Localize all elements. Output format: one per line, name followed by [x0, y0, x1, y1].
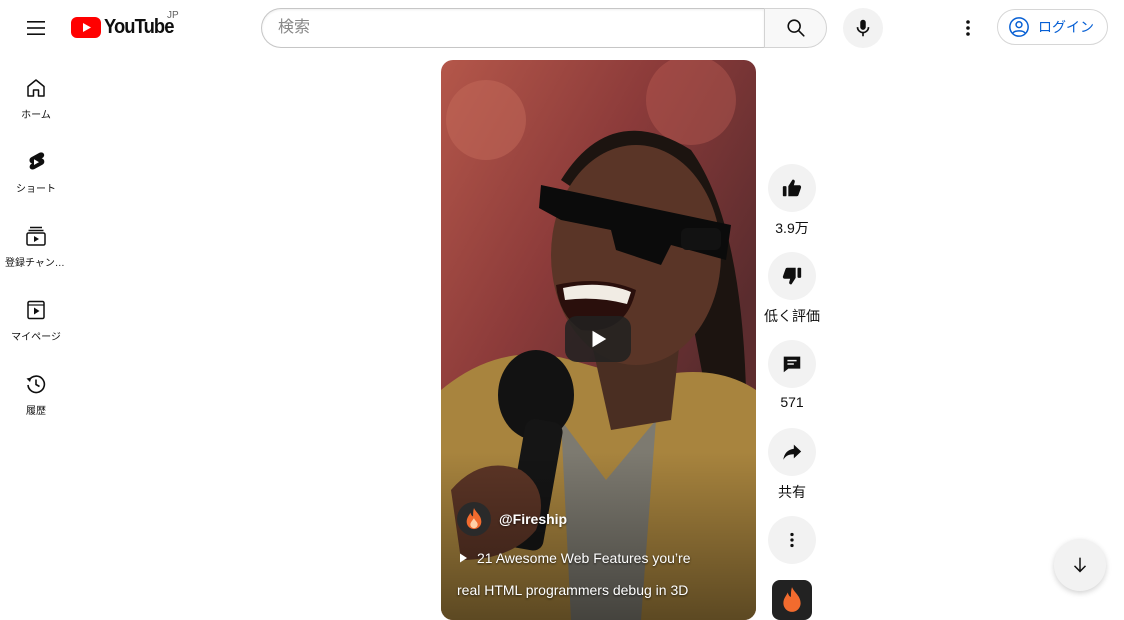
dislike-button[interactable]: [768, 252, 816, 300]
hamburger-menu-icon: [27, 21, 45, 35]
more-actions-button[interactable]: [768, 516, 816, 564]
shorts-video-player[interactable]: @Fireship 21 Awesome Web Features you’re…: [441, 60, 756, 620]
account-circle-icon: [1009, 17, 1029, 37]
channel-thumbnail-button[interactable]: [772, 580, 812, 620]
share-arrow-icon: [783, 444, 802, 460]
subscriptions-icon: [24, 224, 48, 248]
history-icon: [24, 372, 48, 396]
arrow-down-icon: [1073, 557, 1087, 573]
next-video-button[interactable]: [1054, 539, 1106, 591]
like-action: 3.9万: [767, 164, 817, 238]
logo-text: YouTube: [104, 15, 174, 38]
voice-search-button[interactable]: [843, 8, 883, 48]
sidebar-item-library[interactable]: マイページ: [4, 278, 68, 352]
sign-in-button[interactable]: ログイン: [997, 9, 1108, 45]
share-label: 共有: [778, 484, 806, 500]
play-button[interactable]: [565, 316, 631, 362]
thumbs-down-icon: [782, 267, 802, 285]
like-button[interactable]: [768, 164, 816, 212]
share-action: 共有: [767, 428, 817, 502]
more-vertical-icon: [790, 532, 794, 548]
comments-action: 571: [767, 340, 817, 410]
fire-icon: [783, 587, 801, 612]
sidebar-item-label: マイページ: [11, 332, 61, 343]
play-arrow-small-icon: [460, 553, 467, 563]
search-input[interactable]: [261, 8, 764, 48]
settings-more-button[interactable]: [948, 8, 988, 48]
search-box: [261, 8, 827, 48]
comment-icon: [783, 356, 801, 373]
guide-menu-button[interactable]: [16, 8, 56, 48]
channel-name: @Fireship: [499, 511, 568, 527]
thumbs-up-icon: [782, 179, 802, 197]
search-button[interactable]: [764, 8, 827, 48]
sidebar-item-label: ショート: [16, 184, 56, 195]
library-icon: [24, 298, 48, 322]
sidebar-item-label: 履歴: [26, 406, 46, 417]
sidebar-item-shorts[interactable]: ショート: [4, 130, 68, 204]
youtube-play-logo-icon: [71, 16, 101, 38]
masthead: YouTube JP ログイン: [0, 0, 1124, 56]
comments-button[interactable]: [768, 340, 816, 388]
dislike-action: 低く評価: [764, 252, 820, 326]
video-title-link[interactable]: 21 Awesome Web Features you’re: [457, 550, 691, 566]
dislike-label: 低く評価: [764, 308, 820, 324]
like-count: 3.9万: [775, 220, 809, 236]
video-title-line-1: 21 Awesome Web Features you’re: [477, 550, 691, 566]
sign-in-label: ログイン: [1038, 19, 1094, 35]
video-title-line-2: real HTML programmers debug in 3D: [457, 582, 689, 598]
channel-link[interactable]: @Fireship: [457, 502, 567, 536]
comment-count: 571: [780, 394, 804, 410]
play-icon: [592, 330, 607, 348]
more-actions: [767, 516, 817, 564]
home-icon: [24, 76, 48, 100]
shorts-icon: [24, 150, 48, 174]
sidebar-item-home[interactable]: ホーム: [4, 56, 68, 130]
sidebar-item-label: ホーム: [21, 110, 51, 121]
logo-region-code: JP: [167, 10, 179, 21]
sidebar-item-label: 登録チャンネル: [5, 258, 67, 269]
more-vertical-icon: [966, 20, 970, 36]
share-button[interactable]: [768, 428, 816, 476]
search-icon: [786, 19, 805, 37]
youtube-logo[interactable]: YouTube: [71, 15, 180, 39]
fire-icon: [466, 508, 482, 530]
microphone-icon: [856, 19, 870, 37]
sidebar-item-history[interactable]: 履歴: [4, 352, 68, 426]
sidebar-item-subscriptions[interactable]: 登録チャンネル: [4, 204, 68, 278]
channel-avatar[interactable]: [457, 502, 491, 536]
